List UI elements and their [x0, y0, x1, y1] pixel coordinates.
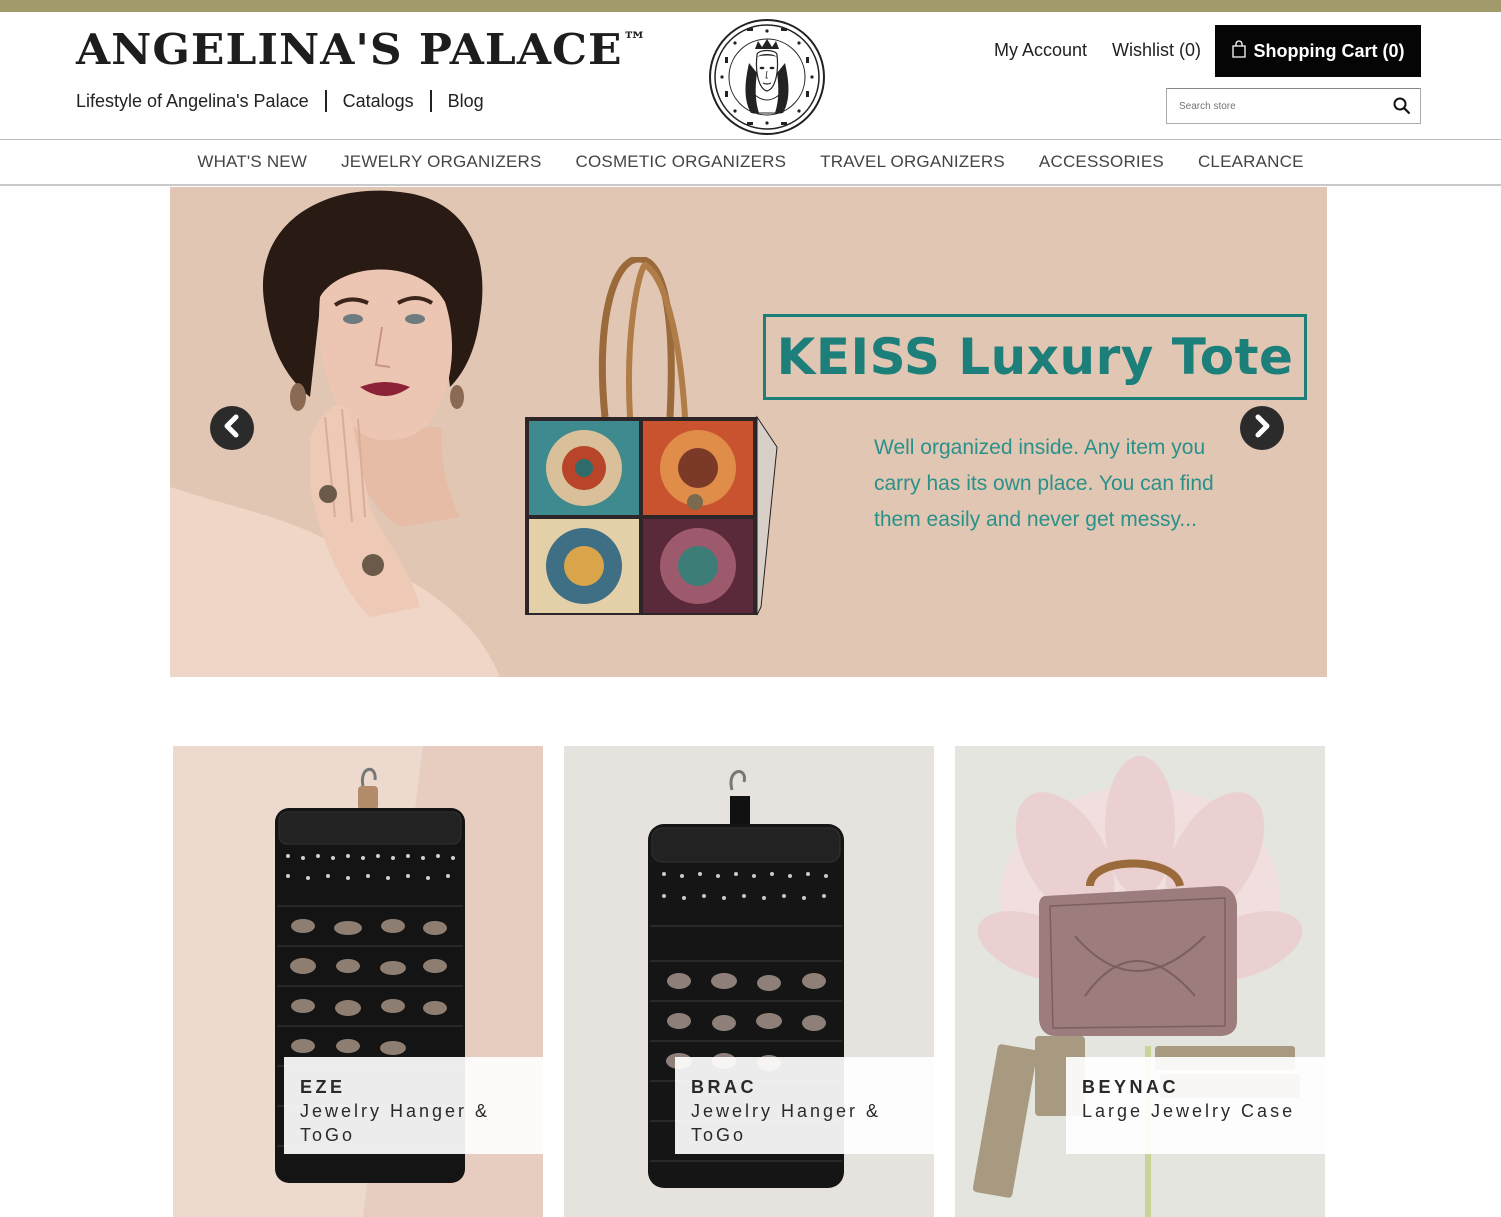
bag-icon — [1231, 39, 1246, 63]
arrow-right-icon — [1252, 414, 1272, 443]
hero-description: Well organized inside. Any item you carr… — [874, 436, 1214, 531]
nav-bottom-border — [0, 184, 1501, 186]
arrow-left-icon — [222, 414, 242, 443]
hero-title: KEISS Luxury Tote — [776, 328, 1294, 386]
product-card-beynac[interactable]: BEYNAC Large Jewelry Case — [955, 746, 1325, 1217]
hero-slider[interactable]: KEISS Luxury Tote Well organized inside.… — [170, 187, 1327, 677]
product-label: EZE Jewelry Hanger & ToGo — [284, 1057, 543, 1154]
nav-travel-organizers[interactable]: TRAVEL ORGANIZERS — [803, 152, 1022, 172]
top-accent-bar — [0, 0, 1501, 12]
product-label: BRAC Jewelry Hanger & ToGo — [675, 1057, 934, 1154]
shopping-cart-button[interactable]: Shopping Cart (0) — [1215, 25, 1421, 77]
slider-prev-button[interactable] — [210, 406, 254, 450]
product-name: BRAC — [691, 1077, 757, 1097]
nav-whats-new[interactable]: WHAT'S NEW — [180, 152, 324, 172]
brand-logo-seal[interactable] — [709, 19, 825, 135]
product-subtitle: Jewelry Hanger & ToGo — [300, 1101, 491, 1145]
nav-jewelry-organizers[interactable]: JEWELRY ORGANIZERS — [324, 152, 558, 172]
divider — [324, 90, 327, 112]
secondary-links: Lifestyle of Angelina's Palace Catalogs … — [76, 90, 484, 112]
main-navigation: WHAT'S NEW JEWELRY ORGANIZERS COSMETIC O… — [0, 140, 1501, 184]
brand-wordmark[interactable]: ANGELINA'S PALACE™ — [76, 26, 648, 74]
hero-title-box: KEISS Luxury Tote — [763, 314, 1307, 400]
slider-next-button[interactable] — [1240, 406, 1284, 450]
nav-clearance[interactable]: CLEARANCE — [1181, 152, 1321, 172]
cart-label: Shopping Cart (0) — [1253, 40, 1405, 61]
nav-accessories[interactable]: ACCESSORIES — [1022, 152, 1181, 172]
my-account-link[interactable]: My Account — [994, 40, 1087, 61]
product-card-brac[interactable]: BRAC Jewelry Hanger & ToGo — [564, 746, 934, 1217]
divider — [429, 90, 432, 112]
search-input[interactable] — [1167, 89, 1384, 123]
product-subtitle: Jewelry Hanger & ToGo — [691, 1101, 882, 1145]
product-label: BEYNAC Large Jewelry Case — [1066, 1057, 1325, 1154]
nav-cosmetic-organizers[interactable]: COSMETIC ORGANIZERS — [559, 152, 804, 172]
link-blog[interactable]: Blog — [448, 91, 484, 112]
link-lifestyle[interactable]: Lifestyle of Angelina's Palace — [76, 91, 309, 112]
product-card-eze[interactable]: EZE Jewelry Hanger & ToGo — [173, 746, 543, 1217]
product-subtitle: Large Jewelry Case — [1082, 1101, 1296, 1121]
product-name: EZE — [300, 1077, 346, 1097]
wishlist-link[interactable]: Wishlist (0) — [1112, 40, 1201, 61]
search-icon[interactable] — [1384, 88, 1420, 124]
search-box — [1166, 88, 1421, 124]
product-name: BEYNAC — [1082, 1077, 1180, 1097]
tote-bag-image — [525, 257, 778, 616]
link-catalogs[interactable]: Catalogs — [343, 91, 414, 112]
